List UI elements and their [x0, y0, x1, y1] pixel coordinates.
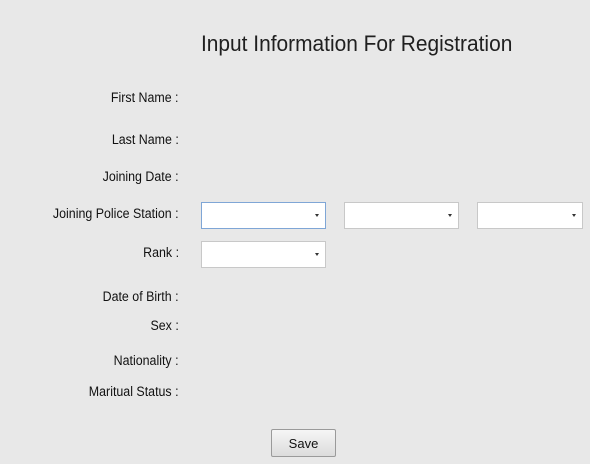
- nationality-label: Nationality :: [114, 353, 179, 368]
- last-name-label: Last Name :: [112, 132, 179, 147]
- chevron-down-icon[interactable]: [448, 214, 452, 217]
- save-button[interactable]: Save: [271, 429, 336, 457]
- chevron-down-icon[interactable]: [315, 214, 319, 217]
- date-of-birth-label: Date of Birth :: [103, 289, 179, 304]
- page-title: Input Information For Registration: [201, 31, 513, 56]
- joining-date-label: Joining Date :: [103, 169, 179, 184]
- joining-station-select-2[interactable]: [344, 202, 459, 229]
- joining-police-station-label: Joining Police Station :: [53, 206, 179, 221]
- chevron-down-icon[interactable]: [572, 214, 576, 217]
- sex-label: Sex :: [150, 318, 179, 333]
- joining-station-select-1[interactable]: [201, 202, 326, 229]
- rank-label: Rank :: [143, 245, 179, 260]
- chevron-down-icon[interactable]: [315, 253, 319, 256]
- rank-select[interactable]: [201, 241, 326, 268]
- marital-status-label: Maritual Status :: [89, 384, 179, 399]
- joining-station-select-3[interactable]: [477, 202, 583, 229]
- first-name-label: First Name :: [111, 90, 179, 105]
